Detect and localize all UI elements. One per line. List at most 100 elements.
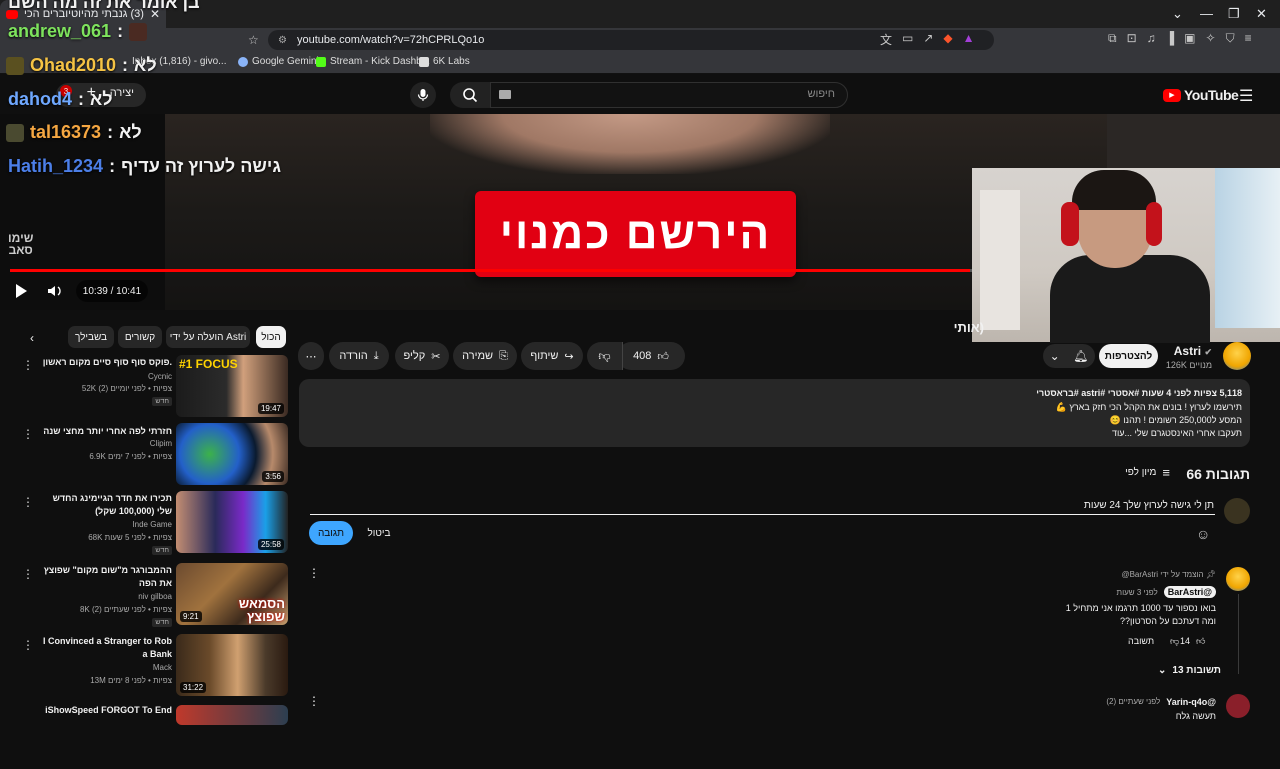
sidebar-icon[interactable]: ▐: [1166, 31, 1175, 46]
translate-icon[interactable]: 文: [880, 31, 892, 48]
comment-time[interactable]: לפני שעתיים (2): [1106, 697, 1160, 707]
more-actions-button[interactable]: ⋯: [298, 342, 324, 370]
replies-label: 13 תשובות: [1172, 665, 1221, 676]
bookmark-label: Google Gemini: [252, 56, 319, 67]
chip-related[interactable]: קשורים: [118, 326, 162, 348]
guide-menu-icon[interactable]: ☰: [1239, 86, 1253, 106]
verified-icon: ✔: [1204, 347, 1212, 357]
voice-search-button[interactable]: [410, 82, 436, 108]
chip-all[interactable]: הכול: [256, 326, 286, 348]
wallet-icon[interactable]: ▣: [1184, 31, 1195, 46]
more-icon[interactable]: ⋮: [22, 427, 34, 441]
chat-message: tal16373 : לא: [6, 122, 142, 143]
recommendation-item[interactable]: 31:22 I Convinced a Stranger to Rob a Ba…: [0, 634, 290, 700]
channel-name[interactable]: Cycnic: [148, 372, 172, 381]
join-button[interactable]: להצטרפות: [1099, 344, 1158, 368]
vpn-icon[interactable]: ⛉: [1226, 31, 1235, 46]
comment-dislike-icon[interactable]: 👎︎: [1170, 636, 1179, 647]
extensions-icon[interactable]: ⧉: [1108, 31, 1117, 46]
search-input[interactable]: חיפוש: [490, 82, 848, 108]
video-thumbnail[interactable]: 25:58: [176, 491, 288, 553]
submit-comment-button[interactable]: תגובה: [309, 521, 353, 545]
restore-icon[interactable]: ❐: [1228, 6, 1240, 22]
bookmark-star-icon[interactable]: ☆: [248, 33, 259, 47]
clip-button[interactable]: קליפ ✂: [395, 342, 449, 370]
show-replies-button[interactable]: ⌄ 13 תשובות: [1158, 665, 1221, 676]
screenshot-icon[interactable]: ⊡: [1127, 31, 1137, 46]
chat-message: andrew_061 :: [8, 21, 148, 42]
kick-icon: [316, 56, 326, 67]
subscription-bell-button[interactable]: ⌄ 🔔︎: [1043, 344, 1095, 368]
channel-name[interactable]: niv gilboa: [138, 592, 172, 601]
comment-like-button[interactable]: 14 👍︎: [1180, 636, 1205, 647]
bookmark-kick[interactable]: Stream - Kick Dashb...: [316, 56, 430, 67]
download-button[interactable]: הורדה ⤓: [329, 342, 389, 370]
music-icon[interactable]: ♫: [1147, 31, 1156, 46]
comment-input[interactable]: תן לי גישה לערוץ שלך 24 שעות: [1084, 500, 1214, 511]
leo-icon[interactable]: ✧: [1206, 31, 1216, 46]
chip-uploaded-by[interactable]: הועלה על ידי Astri: [166, 326, 250, 348]
bookmark-gemini[interactable]: Google Gemini: [238, 56, 319, 67]
sort-comments-button[interactable]: מיון לפי ≡: [1125, 465, 1170, 480]
comment-reply-button[interactable]: תשובה: [1128, 636, 1154, 646]
search-button[interactable]: [450, 82, 490, 108]
save-button[interactable]: שמירה ⎘: [453, 342, 517, 370]
description-more[interactable]: תעקבו אחרי האינסטגרם שלי ...עוד: [1112, 428, 1242, 438]
volume-button[interactable]: [44, 280, 66, 302]
video-title: iShowSpeed FORGOT To End: [45, 705, 172, 715]
keyboard-icon[interactable]: [499, 90, 511, 99]
chevron-down-icon[interactable]: ⌄: [1172, 6, 1183, 22]
video-thumbnail[interactable]: 31:22: [176, 634, 288, 696]
bookmark-6klabs[interactable]: 6K Labs: [419, 56, 470, 67]
comment-author[interactable]: @Yarin-q4o: [1166, 697, 1216, 707]
video-thumbnail[interactable]: #1 FOCUS 19:47: [176, 355, 288, 417]
cancel-comment-button[interactable]: ביטול: [362, 521, 396, 545]
more-icon[interactable]: ⋮: [22, 567, 34, 581]
more-icon[interactable]: ⋮: [22, 638, 34, 652]
comment-menu-icon[interactable]: ⋮: [308, 566, 320, 580]
like-icon: 👍︎: [1196, 636, 1206, 646]
video-thumbnail[interactable]: הסמאש שפוצץ 9:21: [176, 563, 288, 625]
like-icon[interactable]: 👍︎: [657, 350, 669, 363]
video-thumbnail[interactable]: [176, 705, 288, 725]
more-icon[interactable]: ⋮: [22, 358, 34, 372]
chevron-left-icon[interactable]: ‹: [30, 331, 34, 345]
video-face-image: [430, 114, 830, 174]
commenter-avatar[interactable]: [1226, 567, 1250, 591]
channel-name[interactable]: Clipim: [150, 439, 172, 448]
play-button[interactable]: [10, 280, 32, 302]
recommendation-item[interactable]: 3:56 חזרתי לפה אחרי יותר מחצי שנה Clipim…: [0, 423, 290, 489]
site-info-icon[interactable]: ⚙: [278, 35, 287, 46]
recommendation-item[interactable]: iShowSpeed FORGOT To End: [0, 703, 290, 769]
install-icon[interactable]: ▭: [902, 31, 913, 48]
video-thumbnail[interactable]: 3:56: [176, 423, 288, 485]
progress-bar-fill[interactable]: [10, 269, 971, 272]
comment-menu-icon[interactable]: ⋮: [308, 694, 320, 708]
chip-for-you[interactable]: בשבילך: [68, 326, 114, 348]
webcam-curtain-image: [1215, 168, 1280, 328]
video-title: ההמבורגר מ"שום מקום" שפוצץ את הפה: [43, 565, 172, 588]
close-window-icon[interactable]: ✕: [1256, 6, 1267, 22]
channel-avatar[interactable]: [1223, 342, 1251, 370]
recommendation-item[interactable]: 25:58 תכירו את חדר הגיימינג החדש שלי (10…: [0, 491, 290, 557]
share-button[interactable]: שיתוף ↪: [521, 342, 583, 370]
dislike-button[interactable]: 👎︎: [587, 342, 623, 370]
recommendation-item[interactable]: #1 FOCUS 19:47 פוקס סוף סוף סיים מקום רא…: [0, 354, 290, 420]
brave-rewards-icon[interactable]: ▲: [963, 31, 975, 48]
more-icon[interactable]: ⋮: [22, 495, 34, 509]
channel-watermark[interactable]: שימו סאב: [8, 232, 33, 256]
channel-name[interactable]: Inde Game: [132, 520, 172, 529]
minimize-icon[interactable]: —: [1200, 6, 1213, 21]
share-page-icon[interactable]: ↗: [923, 31, 933, 48]
brave-shield-icon[interactable]: ◆: [943, 31, 952, 48]
recommendation-item[interactable]: הסמאש שפוצץ 9:21 ההמבורגר מ"שום מקום" שפ…: [0, 563, 290, 629]
comment-time[interactable]: לפני 3 שעות: [1117, 588, 1158, 597]
youtube-logo[interactable]: ▶ YouTube: [1163, 87, 1239, 103]
commenter-avatar[interactable]: [1226, 694, 1250, 718]
share-label: שיתוף: [530, 350, 559, 362]
menu-icon[interactable]: ≡: [1245, 31, 1252, 46]
channel-name[interactable]: Mack: [153, 663, 172, 672]
emoji-icon[interactable]: ☺: [1196, 526, 1210, 542]
channel-name[interactable]: Astri ✔: [1174, 344, 1212, 358]
comment-author[interactable]: @BarAstri: [1163, 586, 1216, 598]
